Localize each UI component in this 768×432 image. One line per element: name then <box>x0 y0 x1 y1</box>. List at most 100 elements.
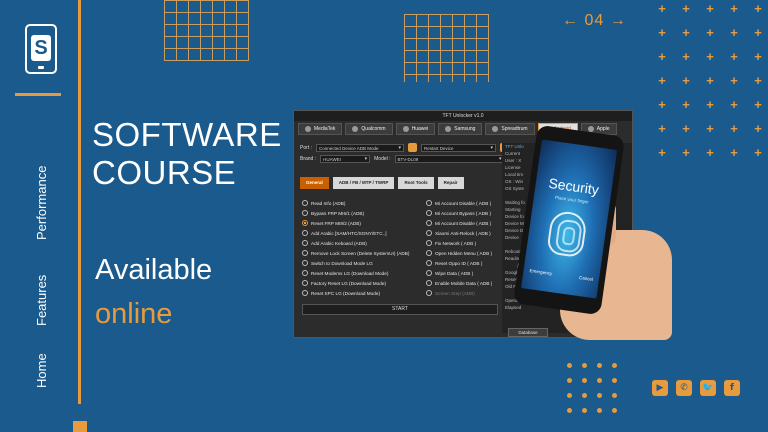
function-tab[interactable]: Root Tools <box>398 177 434 189</box>
cancel-button[interactable]: Cancel <box>579 275 594 282</box>
link-icon[interactable] <box>407 143 417 152</box>
function-tab[interactable]: General <box>300 177 329 189</box>
operation-option[interactable]: Reset FRP MI8/2 (ADB) <box>302 220 409 227</box>
operation-option[interactable]: Reset Oppo ID ( ADB ) <box>426 260 492 267</box>
operation-option[interactable]: Read Info (ADB) <box>302 200 409 207</box>
radio-icon[interactable] <box>426 220 432 227</box>
radio-icon[interactable] <box>302 270 308 277</box>
brand-tab-huawei[interactable]: Huawei <box>395 123 436 135</box>
radio-icon[interactable] <box>426 210 432 217</box>
radio-icon[interactable] <box>426 230 432 237</box>
plus-mark: + <box>730 145 738 160</box>
function-tab[interactable]: Repair <box>437 177 464 189</box>
restart-select[interactable]: Restart Device <box>420 143 496 152</box>
plus-mark: + <box>658 49 666 64</box>
operation-label: Mi Account Disable ( ADB ) <box>435 200 492 206</box>
dot-mark <box>612 408 617 413</box>
dot-mark <box>567 408 572 413</box>
brand-tab-qualcomm[interactable]: Qualcomm <box>345 123 393 135</box>
plus-mark: + <box>754 145 762 160</box>
logo-underline <box>15 93 61 96</box>
whatsapp-icon[interactable]: ✆ <box>676 380 692 396</box>
radio-icon[interactable] <box>302 260 308 267</box>
plus-mark: + <box>754 49 762 64</box>
operation-label: Factory Reset LG (Download Mode) <box>311 280 387 286</box>
plus-mark: + <box>682 145 690 160</box>
nav-features[interactable]: Features <box>34 275 49 326</box>
model-select[interactable]: BTV-DL09 <box>394 155 505 163</box>
dot-mark <box>597 408 602 413</box>
operation-option[interactable]: Enable Mobile Data ( ADB ) <box>426 280 492 287</box>
operation-option[interactable]: Open Hidden Menu ( ADB ) <box>426 250 492 257</box>
operation-option[interactable]: Reset Modems LG (Download Mode) <box>302 270 409 277</box>
next-arrow-icon[interactable]: → <box>610 12 627 29</box>
operation-label: Reset Oppo ID ( ADB ) <box>435 260 483 266</box>
operation-option[interactable]: Factory Reset LG (Download Mode) <box>302 280 409 287</box>
radio-icon[interactable] <box>426 270 432 277</box>
twitter-icon[interactable]: 🐦 <box>700 380 716 396</box>
brand-tab-samsung[interactable]: Samsung <box>438 123 483 135</box>
brand-tab-mediatek[interactable]: MediaTek <box>298 123 343 135</box>
function-tab[interactable]: ADB / FB / MTP / TWRP <box>332 177 395 189</box>
plus-mark: + <box>730 97 738 112</box>
prev-arrow-icon[interactable]: ← <box>562 12 579 29</box>
operation-option[interactable]: Mi Account Bypass ( ADB ) <box>426 210 492 217</box>
radio-icon[interactable] <box>302 290 308 297</box>
brand-label: Brand : <box>300 156 317 162</box>
operation-option[interactable]: Switch to Download Mode LG <box>302 260 409 267</box>
radio-icon[interactable] <box>426 250 432 257</box>
start-button[interactable]: START <box>302 304 498 315</box>
brand-tab-spreadtrum[interactable]: Spreadtrum <box>485 123 535 135</box>
operation-label: Add Arabic Keboard (ADB) <box>311 240 367 246</box>
ops-left: Read Info (ADB) Bypass FRP MI6/1 (ADB) Res… <box>302 200 409 297</box>
brand-select[interactable]: HUAWEI <box>320 155 371 163</box>
brand-row: Brand : HUAWEI Model : BTV-DL09 <box>300 155 505 163</box>
operation-option[interactable]: Reset SPC LG (Download Mode) <box>302 290 409 297</box>
operation-label: Switch to Download Mode LG <box>311 260 373 266</box>
nav-performance[interactable]: Performance <box>34 166 49 240</box>
youtube-icon[interactable]: ▶ <box>652 380 668 396</box>
plus-mark: + <box>754 97 762 112</box>
radio-icon[interactable] <box>426 290 432 297</box>
port-select[interactable]: Connected Device ADB Mode <box>315 143 404 152</box>
operation-option[interactable]: Mi Account Disable ( ADB ) <box>426 200 492 207</box>
operation-label: Bypass FRP MI6/1 (ADB) <box>311 210 365 216</box>
operation-label: Wipe Data ( ADB ) <box>435 270 474 276</box>
fingerprint-icon <box>546 209 588 259</box>
page-indicator: ← 04 → <box>562 12 627 30</box>
phone-logo-icon[interactable]: S <box>25 24 57 74</box>
emergency-button[interactable]: Emergency <box>529 268 552 276</box>
operation-option[interactable]: Wipe Data ( ADB ) <box>426 270 492 277</box>
radio-icon[interactable] <box>426 240 432 247</box>
available-text: Available <box>95 254 213 286</box>
operation-label: Open Hidden Menu ( ADB ) <box>435 250 493 256</box>
facebook-icon[interactable]: f <box>724 380 740 396</box>
operation-option[interactable]: Remove Lock Screen (Delete SystemUI) (AD… <box>302 250 409 257</box>
radio-icon[interactable] <box>302 230 308 237</box>
radio-icon[interactable] <box>426 280 432 287</box>
operation-option[interactable]: Add Arabic Keboard (ADB) <box>302 240 409 247</box>
brand-tab-label: MediaTek <box>314 126 336 132</box>
plus-mark: + <box>754 1 762 16</box>
radio-icon[interactable] <box>302 220 308 227</box>
radio-icon[interactable] <box>426 200 432 207</box>
radio-icon[interactable] <box>302 210 308 217</box>
operation-option[interactable]: Add Arabic [SAM/HTC/SONY/ETC..] <box>302 230 409 237</box>
radio-icon[interactable] <box>426 260 432 267</box>
database-button[interactable]: Database <box>508 328 548 337</box>
operation-option[interactable]: Fix Network ( ADB ) <box>426 240 492 247</box>
operation-option[interactable]: Bypass FRP MI6/1 (ADB) <box>302 210 409 217</box>
brand-tab-label: Samsung <box>454 126 476 132</box>
radio-icon[interactable] <box>302 280 308 287</box>
radio-icon[interactable] <box>302 240 308 247</box>
operation-label: Mi Account Disable ( ADB ) <box>435 220 492 226</box>
radio-icon[interactable] <box>302 200 308 207</box>
plus-mark: + <box>730 73 738 88</box>
dot-mark <box>612 393 617 398</box>
radio-icon[interactable] <box>302 250 308 257</box>
operation-option[interactable]: Mi Account Disable ( ADB ) <box>426 220 492 227</box>
nav-home[interactable]: Home <box>34 353 49 388</box>
dot-mark <box>567 393 572 398</box>
operation-option[interactable]: Xiaomi Anti-Relock ( ADB ) <box>426 230 492 237</box>
brand-tab-label: Qualcomm <box>361 126 386 132</box>
